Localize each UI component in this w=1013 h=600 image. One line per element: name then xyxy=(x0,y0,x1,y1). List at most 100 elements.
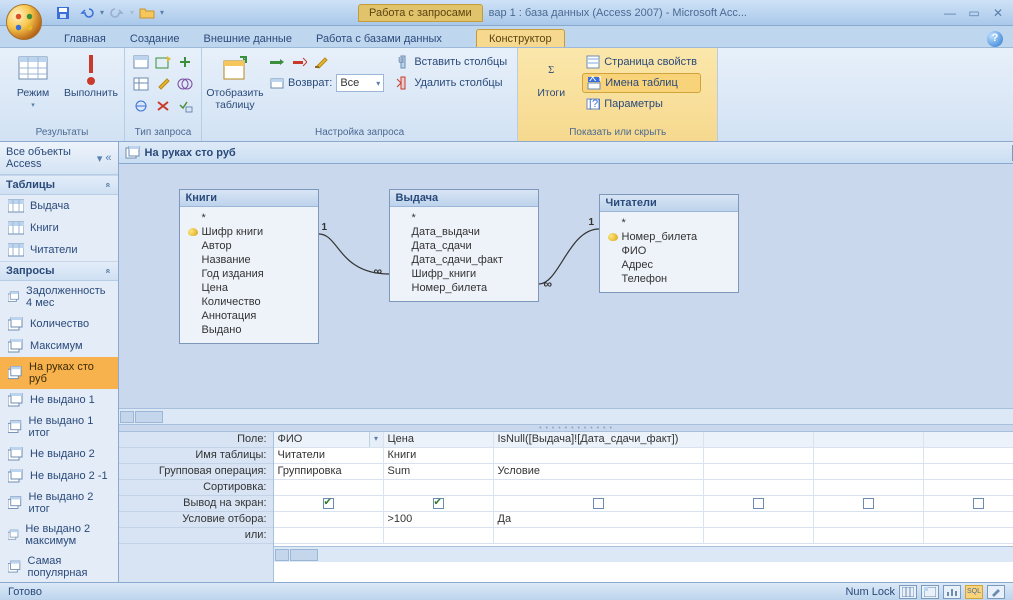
minimize-button[interactable]: — xyxy=(941,6,959,20)
nav-query-item[interactable]: Не выдано 1 итог xyxy=(0,411,118,443)
table-field[interactable]: ФИО xyxy=(608,244,730,258)
qbe-cell[interactable]: Условие xyxy=(494,464,704,479)
delete-query-icon[interactable] xyxy=(153,96,173,116)
table-field[interactable]: Выдано xyxy=(188,323,310,337)
qbe-cell[interactable] xyxy=(494,480,704,495)
qbe-cell[interactable] xyxy=(704,528,814,543)
table-books[interactable]: Книги * Шифр книгиАвторНазваниеГод издан… xyxy=(179,189,319,344)
office-button[interactable] xyxy=(6,4,42,40)
table-names-button[interactable]: XYZ Имена таблиц xyxy=(582,73,701,93)
crosstab-icon[interactable] xyxy=(131,74,151,94)
delete-columns-button[interactable]: Удалить столбцы xyxy=(392,73,511,93)
table-field[interactable]: Дата_выдачи xyxy=(398,225,530,239)
asterisk-field[interactable]: * xyxy=(188,211,310,225)
nav-query-item[interactable]: Максимум xyxy=(0,335,118,357)
open-folder-icon[interactable] xyxy=(136,2,158,24)
qbe-cell[interactable] xyxy=(494,528,704,543)
table-field[interactable]: Год издания xyxy=(188,267,310,281)
horizontal-scrollbar[interactable] xyxy=(119,408,1013,424)
nav-query-item[interactable]: Не выдано 2 -1 xyxy=(0,465,118,487)
table-field[interactable]: Аннотация xyxy=(188,309,310,323)
sql-view-icon[interactable]: SQL xyxy=(965,585,983,599)
save-icon[interactable] xyxy=(52,2,74,24)
nav-query-item[interactable]: Самая популярная xyxy=(0,551,118,582)
table-readers[interactable]: Читатели * Номер_билетаФИОАдресТелефон xyxy=(599,194,739,293)
qbe-cell[interactable] xyxy=(814,432,924,447)
qbe-cell[interactable] xyxy=(704,512,814,527)
qbe-cell[interactable] xyxy=(924,480,1013,495)
nav-table-item[interactable]: Книги xyxy=(0,217,118,239)
qbe-cell[interactable] xyxy=(814,512,924,527)
asterisk-field[interactable]: * xyxy=(398,211,530,225)
nav-collapse-icon[interactable]: « xyxy=(105,152,111,165)
show-checkbox[interactable] xyxy=(323,498,334,509)
passthrough-icon[interactable] xyxy=(131,96,151,116)
qbe-columns[interactable]: ФИО▾ЦенаIsNull([Выдача]![Дата_сдачи_факт… xyxy=(274,432,1013,582)
qbe-cell[interactable] xyxy=(704,464,814,479)
nav-table-item[interactable]: Читатели xyxy=(0,239,118,261)
qbe-cell[interactable] xyxy=(704,480,814,495)
qbe-cell[interactable] xyxy=(924,448,1013,463)
qbe-cell[interactable] xyxy=(924,528,1013,543)
table-field[interactable]: Количество xyxy=(188,295,310,309)
tab-create[interactable]: Создание xyxy=(118,30,192,47)
qbe-cell[interactable] xyxy=(494,448,704,463)
qbe-cell[interactable] xyxy=(814,464,924,479)
table-field[interactable]: Телефон xyxy=(608,272,730,286)
qbe-cell[interactable]: Sum xyxy=(384,464,494,479)
qbe-cell[interactable] xyxy=(924,496,1013,511)
query-designer-canvas[interactable]: Книги * Шифр книгиАвторНазваниеГод издан… xyxy=(119,164,1013,424)
pivot-table-view-icon[interactable] xyxy=(921,585,939,599)
table-field[interactable]: Автор xyxy=(188,239,310,253)
select-query-icon[interactable] xyxy=(131,52,151,72)
append-query-icon[interactable] xyxy=(175,52,195,72)
parameters-button[interactable]: [?] Параметры xyxy=(582,94,701,114)
qbe-cell[interactable] xyxy=(274,512,384,527)
delete-row-icon[interactable] xyxy=(289,52,309,72)
datasheet-view-icon[interactable] xyxy=(899,585,917,599)
qbe-cell[interactable] xyxy=(814,448,924,463)
qbe-cell[interactable] xyxy=(274,528,384,543)
table-field[interactable]: Дата_сдачи_факт xyxy=(398,253,530,267)
qbe-cell[interactable] xyxy=(924,464,1013,479)
tab-designer[interactable]: Конструктор xyxy=(476,29,565,47)
qbe-cell[interactable]: Читатели xyxy=(274,448,384,463)
qbe-cell[interactable]: ФИО▾ xyxy=(274,432,384,447)
update-query-icon[interactable] xyxy=(153,74,173,94)
table-field[interactable]: Шифр_книги xyxy=(398,267,530,281)
close-button[interactable]: ✕ xyxy=(989,6,1007,20)
nav-query-item[interactable]: Не выдано 1 xyxy=(0,389,118,411)
qa-customize-icon[interactable]: ▾ xyxy=(160,8,164,17)
insert-columns-button[interactable]: u Вставить столбцы xyxy=(392,52,511,72)
show-checkbox[interactable] xyxy=(593,498,604,509)
qbe-cell[interactable] xyxy=(274,480,384,495)
nav-header[interactable]: Все объекты Access ▾« xyxy=(0,142,118,175)
qbe-cell[interactable]: IsNull([Выдача]![Дата_сдачи_факт]) xyxy=(494,432,704,447)
qbe-cell[interactable] xyxy=(704,448,814,463)
asterisk-field[interactable]: * xyxy=(608,216,730,230)
show-checkbox[interactable] xyxy=(973,498,984,509)
redo-icon[interactable] xyxy=(106,2,128,24)
view-button[interactable]: Режим ▾ xyxy=(6,52,60,111)
table-field[interactable]: Название xyxy=(188,253,310,267)
qbe-cell[interactable] xyxy=(384,528,494,543)
nav-query-item[interactable]: Не выдано 2 итог xyxy=(0,487,118,519)
table-field[interactable]: Дата_сдачи xyxy=(398,239,530,253)
qbe-cell[interactable] xyxy=(814,480,924,495)
qbe-cell[interactable]: Цена xyxy=(384,432,494,447)
design-view-icon[interactable] xyxy=(987,585,1005,599)
nav-group-tables[interactable]: Таблицы xyxy=(0,175,118,195)
qbe-horizontal-scrollbar[interactable] xyxy=(274,546,1013,562)
dropdown-icon[interactable]: ▾ xyxy=(369,432,383,447)
table-field[interactable]: Цена xyxy=(188,281,310,295)
help-icon[interactable]: ? xyxy=(987,31,1003,47)
table-issue[interactable]: Выдача * Дата_выдачиДата_сдачиДата_сдачи… xyxy=(389,189,539,302)
pane-splitter[interactable]: • • • • • • • • • • • • xyxy=(119,424,1013,432)
qbe-cell[interactable]: >100 xyxy=(384,512,494,527)
return-combo[interactable]: Все xyxy=(336,74,384,92)
tab-database-tools[interactable]: Работа с базами данных xyxy=(304,30,454,47)
show-checkbox[interactable] xyxy=(433,498,444,509)
show-checkbox[interactable] xyxy=(753,498,764,509)
nav-query-item[interactable]: Задолженность 4 мес xyxy=(0,281,118,313)
table-field[interactable]: Адрес xyxy=(608,258,730,272)
